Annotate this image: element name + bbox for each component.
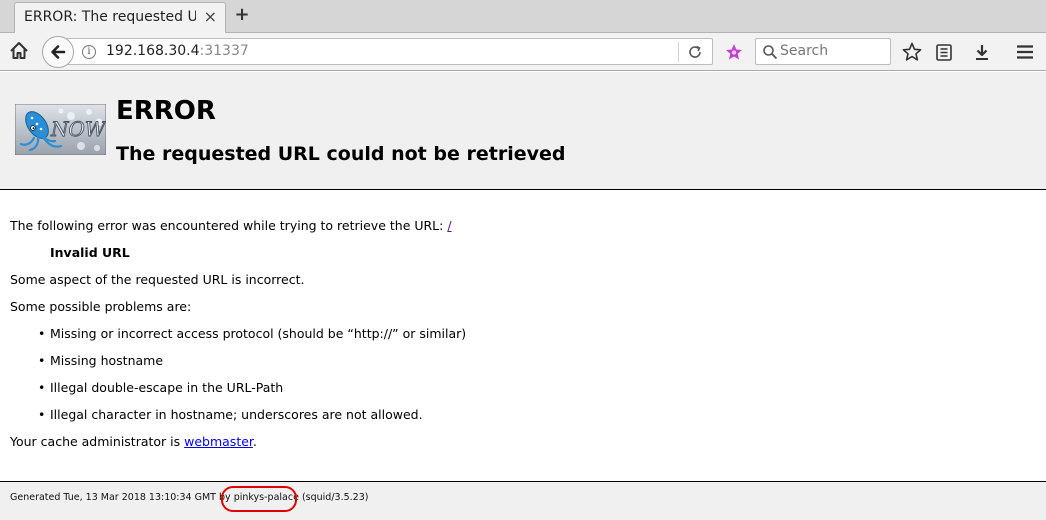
url-text[interactable]: 192.168.30.4:31337	[106, 43, 249, 59]
new-tab-button[interactable]: +	[232, 5, 252, 25]
url-bar[interactable]: i 192.168.30.4:31337	[58, 38, 713, 65]
logo-text: NOW	[50, 117, 106, 141]
reload-icon[interactable]	[686, 43, 704, 61]
list-item: Illegal double-escape in the URL-Path	[10, 374, 466, 401]
footer-generated: Generated Tue, 13 Mar 2018 13:10:34 GMT …	[10, 492, 234, 503]
home-icon[interactable]	[8, 40, 30, 62]
search-input[interactable]: Search	[780, 43, 828, 59]
navigation-bar: i 192.168.30.4:31337 Search	[0, 33, 1046, 71]
back-button[interactable]	[42, 36, 74, 68]
error-description: Some aspect of the requested URL is inco…	[10, 272, 305, 287]
extension-icon[interactable]	[725, 43, 743, 61]
intro-label: The following error was encountered whil…	[10, 218, 448, 233]
list-item: Missing hostname	[10, 347, 466, 374]
menu-icon[interactable]	[1015, 42, 1035, 62]
webmaster-link[interactable]: webmaster	[184, 434, 253, 449]
list-item: Missing or incorrect access protocol (sh…	[10, 320, 466, 347]
error-code: Invalid URL	[50, 245, 130, 260]
requested-url-link[interactable]: /	[447, 218, 451, 233]
search-bar[interactable]: Search	[755, 38, 891, 65]
close-tab-icon[interactable]: ×	[204, 8, 217, 26]
titles-section: NOW ERROR The requested URL could not be…	[0, 72, 1046, 190]
hostname-highlight-annotation	[221, 486, 297, 512]
admin-line: Your cache administrator is webmaster.	[10, 428, 466, 455]
tab-active[interactable]: ERROR: The requested U… ×	[14, 2, 226, 33]
list-item: Illegal character in hostname; underscor…	[10, 401, 466, 428]
intro-text: The following error was encountered whil…	[10, 212, 466, 239]
error-page: NOW ERROR The requested URL could not be…	[0, 72, 1046, 520]
footer: Generated Tue, 13 Mar 2018 13:10:34 GMT …	[0, 481, 1046, 520]
back-arrow-icon	[51, 45, 66, 59]
page-title: ERROR	[116, 96, 216, 126]
download-icon[interactable]	[972, 42, 992, 62]
admin-prefix: Your cache administrator is	[10, 434, 185, 449]
page-subtitle: The requested URL could not be retrieved	[116, 143, 566, 165]
footer-version: (squid/3.5.23)	[298, 492, 369, 503]
problems-list: Missing or incorrect access protocol (sh…	[10, 320, 466, 428]
search-icon	[763, 45, 778, 60]
footer-text: Generated Tue, 13 Mar 2018 13:10:34 GMT …	[10, 492, 368, 503]
url-host: 192.168.30.4	[106, 43, 200, 59]
problems-intro: Some possible problems are:	[10, 299, 192, 314]
bookmark-star-icon[interactable]	[902, 42, 922, 62]
admin-suffix: .	[252, 434, 257, 449]
squid-logo: NOW	[15, 104, 106, 155]
tab-title: ERROR: The requested U…	[24, 9, 196, 25]
bookmarks-library-icon[interactable]	[934, 42, 954, 62]
info-icon[interactable]: i	[82, 45, 96, 59]
error-content: The following error was encountered whil…	[10, 212, 466, 455]
url-divider	[678, 42, 679, 62]
url-port: :31337	[199, 43, 249, 59]
tab-bar: ERROR: The requested U… × +	[0, 0, 1046, 33]
